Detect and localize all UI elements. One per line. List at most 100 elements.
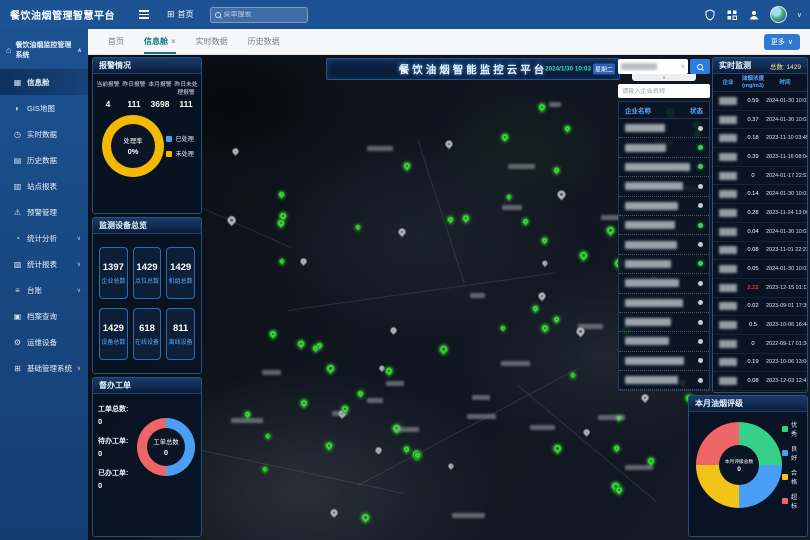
map-pin-green[interactable] — [323, 440, 334, 451]
map-pin-green[interactable] — [521, 217, 531, 227]
company-row[interactable] — [619, 216, 709, 235]
map-pin-green[interactable] — [295, 338, 306, 349]
sidebar-item-stat-analysis[interactable]: ◔统计分析∨ — [0, 225, 88, 251]
map-pin-gray[interactable] — [582, 428, 591, 437]
shield-icon[interactable] — [704, 9, 716, 21]
map-pin-green[interactable] — [536, 101, 548, 113]
realtime-row[interactable]: 0.282023-11-24 13:00:00 — [713, 204, 807, 223]
map-pin-green[interactable] — [505, 193, 514, 202]
map-pin-green[interactable] — [261, 465, 270, 474]
tab-home[interactable]: 首页 — [108, 36, 124, 54]
menu-search-input[interactable] — [224, 11, 303, 18]
company-name-input[interactable] — [622, 88, 706, 95]
company-select[interactable]: ∨ — [618, 59, 688, 74]
company-row[interactable] — [619, 197, 709, 216]
sidebar-item-info-cabin[interactable]: ▦信息舱 — [0, 69, 88, 95]
map-pin-green[interactable] — [437, 343, 449, 355]
map-pin-green[interactable] — [264, 432, 273, 441]
map-pin-green[interactable] — [446, 215, 456, 225]
map-pin-gray[interactable] — [396, 226, 407, 237]
sidebar-item-gis-map[interactable]: ◐GIS地图 — [0, 95, 88, 121]
map-pin-green[interactable] — [612, 444, 621, 453]
map-pin-green[interactable] — [402, 445, 411, 454]
realtime-row[interactable]: 2.222023-12-15 01:11:00 — [713, 279, 807, 298]
realtime-row[interactable]: 0.082023-12-03 12:47:00 — [713, 372, 807, 391]
user-icon[interactable] — [748, 9, 760, 21]
map-pin-gray[interactable] — [328, 507, 339, 518]
map-pin-green[interactable] — [604, 224, 616, 236]
sidebar-system-header[interactable]: ⌂ 餐饮油烟监控管理系统 ∧ — [0, 29, 88, 69]
sidebar-item-ledger[interactable]: ≡台账∨ — [0, 277, 88, 303]
user-avatar[interactable] — [770, 6, 787, 23]
map-pin-green[interactable] — [539, 322, 551, 334]
map-pin-green[interactable] — [499, 131, 511, 143]
map-pin-green[interactable] — [277, 190, 287, 200]
map-pin-green[interactable] — [569, 371, 578, 380]
realtime-row[interactable]: 0.022023-09-01 17:39:00 — [713, 298, 807, 317]
map-pin-green[interactable] — [460, 212, 472, 224]
map-pin-green[interactable] — [298, 397, 310, 409]
company-row[interactable] — [619, 274, 709, 293]
apps-icon[interactable] — [726, 9, 738, 21]
map-pin-green[interactable] — [552, 166, 561, 175]
realtime-row[interactable]: 0.082023-11-01 22:23:00 — [713, 242, 807, 261]
sidebar-item-archive-search[interactable]: ▣档案查询 — [0, 303, 88, 329]
company-row[interactable] — [619, 255, 709, 274]
map-pin-gray[interactable] — [299, 257, 309, 267]
realtime-row[interactable]: 0.592024-01-30 10:03:00 — [713, 92, 807, 111]
company-row[interactable] — [619, 119, 709, 138]
tab-info-cabin[interactable]: 信息舱× — [144, 36, 176, 54]
sidebar-item-site-report[interactable]: ▥站点报表 — [0, 173, 88, 199]
sidebar-item-stat-report[interactable]: ▧统计报表∨ — [0, 251, 88, 277]
close-icon[interactable]: × — [171, 37, 176, 46]
map-pin-green[interactable] — [359, 511, 372, 524]
sidebar-item-base-system[interactable]: ⊞基础管理系统∨ — [0, 355, 88, 381]
company-row[interactable] — [619, 138, 709, 157]
menu-search[interactable] — [210, 7, 308, 23]
map-pin-green[interactable] — [562, 123, 572, 133]
navbar-home-item[interactable]: ⊞ 首页 — [167, 9, 194, 20]
map-pin-green[interactable] — [324, 362, 337, 375]
map-pin-green[interactable] — [278, 257, 287, 266]
collapse-list-tab[interactable]: ∧ — [632, 74, 696, 81]
more-button[interactable]: 更多 ∨ — [764, 34, 800, 50]
map-pin-gray[interactable] — [225, 214, 237, 226]
company-search-button[interactable] — [690, 59, 710, 74]
menu-toggle-icon[interactable] — [139, 10, 149, 19]
company-name-search[interactable] — [618, 84, 710, 98]
company-row[interactable] — [619, 177, 709, 196]
map-pin-green[interactable] — [552, 315, 562, 325]
realtime-row[interactable]: 0.392023-11-16 08:04:00 — [713, 148, 807, 167]
realtime-row[interactable]: 0.372024-01-30 10:03:00 — [713, 111, 807, 130]
realtime-row[interactable]: 0.052024-01-30 10:03:00 — [713, 260, 807, 279]
map-pin-gray[interactable] — [374, 446, 383, 455]
realtime-row[interactable]: 0.142024-01-30 10:03:00 — [713, 185, 807, 204]
realtime-row[interactable]: 0.192023-10-06 13:04:00 — [713, 354, 807, 373]
realtime-row[interactable]: 02022-09-17 01:34:00 — [713, 335, 807, 354]
map-pin-gray[interactable] — [536, 290, 547, 301]
map-pin-green[interactable] — [577, 249, 589, 261]
realtime-row[interactable]: 02024-01-17 22:53:00 — [713, 167, 807, 186]
company-row[interactable] — [619, 371, 709, 390]
sidebar-item-history-data[interactable]: ▤历史数据 — [0, 147, 88, 173]
map-pin-gray[interactable] — [639, 392, 650, 403]
map-pin-green[interactable] — [531, 304, 541, 314]
map-pin-green[interactable] — [551, 442, 564, 455]
chevron-down-icon[interactable]: ∨ — [797, 11, 802, 19]
map-pin-gray[interactable] — [389, 326, 399, 336]
map-pin-gray[interactable] — [447, 462, 456, 471]
company-row[interactable] — [619, 313, 709, 332]
map-pin-green[interactable] — [540, 236, 550, 246]
company-row[interactable] — [619, 332, 709, 351]
map-pin-green[interactable] — [499, 324, 508, 333]
map-pin-green[interactable] — [401, 160, 412, 171]
map-pin-gray[interactable] — [555, 188, 568, 201]
company-row[interactable] — [619, 158, 709, 177]
company-row[interactable] — [619, 352, 709, 371]
map-pin-green[interactable] — [354, 223, 363, 232]
company-row[interactable] — [619, 294, 709, 313]
realtime-row[interactable]: 0.52023-10-06 16:44:00 — [713, 316, 807, 335]
map-pin-gray[interactable] — [443, 138, 454, 149]
tab-history-data[interactable]: 历史数据 — [248, 36, 280, 54]
realtime-row[interactable]: 0.042024-01-30 10:03:00 — [713, 223, 807, 242]
